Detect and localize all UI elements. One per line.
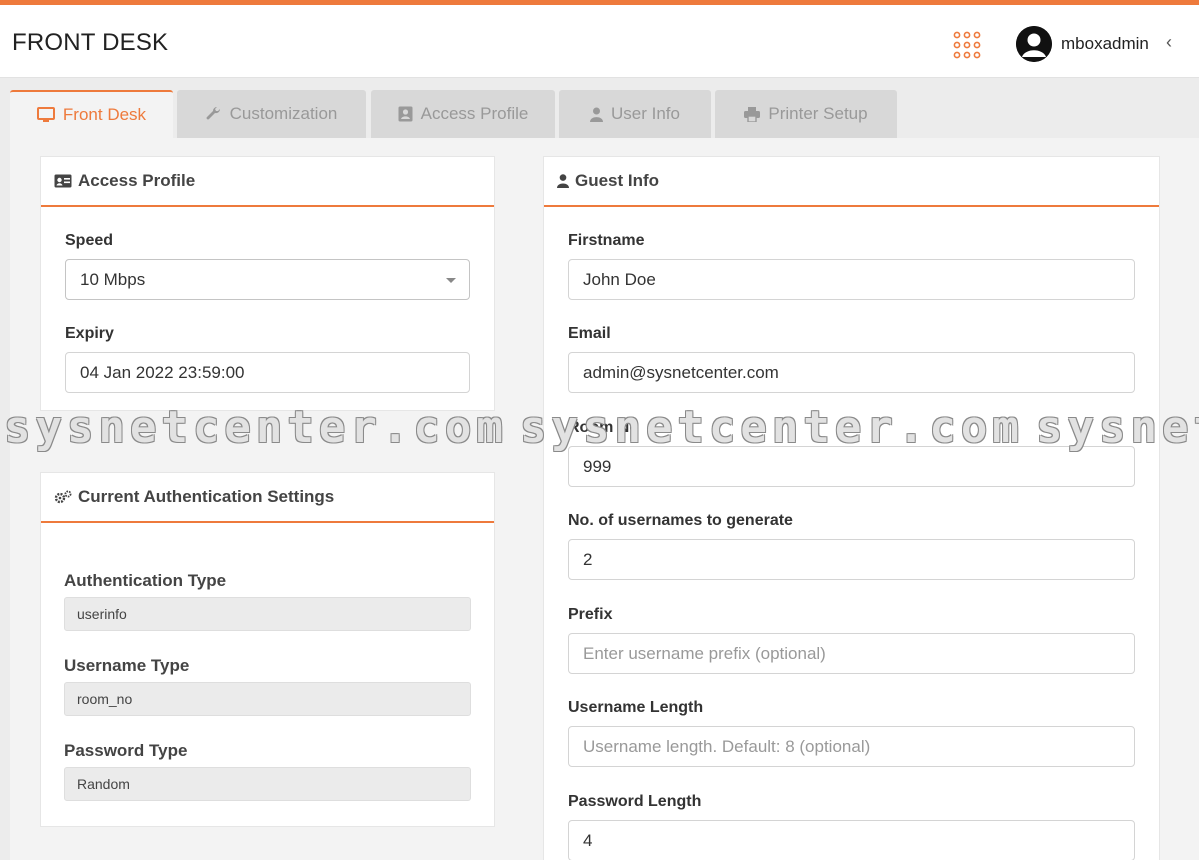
panel-title: Current Authentication Settings [78,487,335,506]
tab-label: Front Desk [62,105,147,124]
access-profile-panel: Access Profile Speed 10 Mbps Expiry 04 J… [40,156,495,411]
panel-title: Guest Info [575,171,660,190]
tab-content: Access Profile Speed 10 Mbps Expiry 04 J… [10,138,1199,860]
room-no-input[interactable]: 999 [568,446,1135,487]
expiry-value: 04 Jan 2022 23:59:00 [80,362,245,382]
speed-label: Speed [65,232,114,249]
tab-front-desk[interactable]: Front Desk [10,90,173,138]
password-type-field: Random [64,767,471,801]
page-title: FRONT DESK [12,29,169,56]
expiry-input[interactable]: 04 Jan 2022 23:59:00 [65,352,470,393]
panel-title: Access Profile [78,171,196,190]
wrench-icon [206,107,220,120]
user-icon [590,107,603,122]
panel-header: Access Profile [41,157,494,207]
room-no-label: Room No [568,419,640,436]
printer-icon [744,106,761,122]
username-type-label: Username Type [64,656,190,675]
username-length-placeholder: Username length. Default: 8 (optional) [583,736,871,756]
username-type-field: room_no [64,682,471,716]
prefix-placeholder: Enter username prefix (optional) [583,643,826,663]
expiry-label: Expiry [65,325,114,342]
password-length-value: 4 [583,830,593,850]
password-length-label: Password Length [568,793,702,810]
panel-header: Guest Info [544,157,1159,207]
username-label[interactable]: mboxadmin [1061,34,1149,54]
speed-select[interactable]: 10 Mbps [65,259,470,300]
speed-value: 10 Mbps [80,269,146,289]
password-length-input[interactable]: 4 [568,820,1135,860]
auth-type-label: Authentication Type [64,571,227,590]
tab-user-info[interactable]: User Info [559,90,711,138]
password-type-label: Password Type [64,741,188,760]
username-count-value: 2 [583,549,593,569]
tab-label: Access Profile [420,104,529,123]
username-count-input[interactable]: 2 [568,539,1135,580]
prefix-input[interactable]: Enter username prefix (optional) [568,633,1135,674]
email-label: Email [568,325,611,342]
tab-label: User Info [611,104,680,123]
room-no-value: 999 [583,456,612,476]
tab-label: Printer Setup [768,104,868,123]
user-icon [557,174,569,188]
id-card-icon [54,174,72,188]
prefix-label: Prefix [568,606,613,623]
panel-header: Current Authentication Settings [41,473,494,523]
chevron-left-icon[interactable]: ‹ [1166,32,1172,53]
username-length-input[interactable]: Username length. Default: 8 (optional) [568,726,1135,767]
username-length-label: Username Length [568,699,704,716]
monitor-icon [36,107,55,122]
username-count-label: No. of usernames to generate [568,512,793,529]
auth-settings-panel: Current Authentication Settings Authenti… [40,472,495,827]
avatar[interactable] [1016,26,1052,62]
tab-access-profile[interactable]: Access Profile [371,90,555,138]
user-avatar-icon [1016,26,1052,62]
firstname-label: Firstname [568,232,645,249]
email-value: admin@sysnetcenter.com [583,362,779,382]
auth-type-field: userinfo [64,597,471,631]
firstname-value: John Doe [583,269,656,289]
gears-icon [54,490,72,504]
grid-dots-icon[interactable] [952,30,982,60]
id-card-icon [398,106,413,122]
tab-printer-setup[interactable]: Printer Setup [715,90,897,138]
firstname-input[interactable]: John Doe [568,259,1135,300]
app-header: FRONT DESK mboxadmin ‹ [0,5,1199,78]
email-input[interactable]: admin@sysnetcenter.com [568,352,1135,393]
tab-label: Customization [229,104,338,123]
tab-customization[interactable]: Customization [177,90,366,138]
caret-down-icon [446,278,456,283]
guest-info-panel: Guest Info Firstname John Doe Email admi… [543,156,1160,860]
